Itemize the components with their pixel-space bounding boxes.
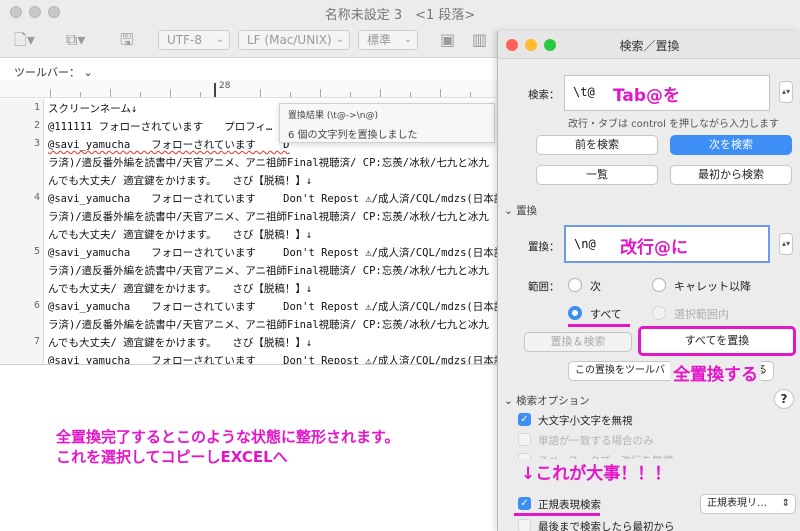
panel-title: 検索／置換 xyxy=(619,39,680,53)
ruler-number: 28 xyxy=(219,81,231,91)
search-field[interactable]: \t@ Tab@を xyxy=(564,75,770,111)
text-line: スクリーンネーム↓ xyxy=(48,103,138,115)
text-line: @savi_yamucha フォローされています Don't Repost ⚠/… xyxy=(48,247,515,259)
range-selection-radio[interactable] xyxy=(652,306,666,320)
font-style-select[interactable]: 標準 ⌄ xyxy=(358,30,418,50)
whole-word-checkbox[interactable] xyxy=(518,433,531,446)
text-line: ラ済)/遣反番外編を読書中/天官アニメ、アニ祖師Final視聴済/ CP:忘羨/… xyxy=(48,319,502,331)
find-previous-button[interactable]: 前を検索 xyxy=(536,135,658,155)
text-line: @savi_yamucha フォローされています D xyxy=(48,139,290,151)
help-button[interactable]: ? xyxy=(774,389,794,409)
range-after-caret-radio[interactable] xyxy=(652,278,666,292)
text-line: んでも大丈夫/ 適宜鍵をかけます。 さび【脱稿！】↓ xyxy=(48,229,313,241)
popup-message: 6 個の文字列を置換しました xyxy=(288,130,418,141)
range-all-label: すべて xyxy=(590,308,622,321)
panel-titlebar: 検索／置換 xyxy=(498,31,800,59)
line-number: 6 xyxy=(33,300,40,311)
range-label: 範囲： xyxy=(528,281,560,293)
search-annotation: Tab@を xyxy=(613,86,681,106)
chevron-down-icon: ⌄ xyxy=(403,34,412,45)
replace-result-popup: 置換結果 (\t@->\n@) 6 個の文字列を置換しました xyxy=(279,103,495,143)
line-number: 5 xyxy=(33,246,40,257)
range-next-radio[interactable] xyxy=(568,278,582,292)
find-next-button[interactable]: 次を検索 xyxy=(670,135,792,155)
highlight-underline xyxy=(514,513,600,516)
find-from-start-button[interactable]: 最初から検索 xyxy=(670,165,792,185)
replace-annotation: 改行@に xyxy=(620,238,688,258)
new-document-icon[interactable]: 🗋▾ xyxy=(14,30,35,50)
search-value: \t@ xyxy=(573,85,595,99)
toolbar-label[interactable]: ツールバー： ⌄ xyxy=(14,64,93,80)
text-line: んでも大丈夫/ 適宜鍵をかけます。 さび【脱稿！】↓ xyxy=(48,337,313,349)
text-line: @savi_yamucha フォローされています Don't Repost ⚠/… xyxy=(48,301,515,313)
line-number: 4 xyxy=(33,192,40,203)
text-line: @savi_yamucha フォローされています Don't Repost ⚠/… xyxy=(48,355,515,364)
replace-history-stepper[interactable]: ▴▾ xyxy=(779,233,793,255)
window-icon[interactable]: ⧉▾ xyxy=(66,30,85,50)
line-number: 7 xyxy=(33,336,40,347)
chevron-down-icon: ⌄ xyxy=(83,66,93,79)
replace-field[interactable]: \n@ 改行@に xyxy=(564,225,770,263)
find-all-list-button[interactable]: 一覧 xyxy=(536,165,658,185)
chevron-down-icon: ⌄ xyxy=(504,395,513,407)
line-number-gutter: 1 2 3 4 5 6 7 xyxy=(0,99,44,364)
search-label: 検索： xyxy=(528,89,560,101)
replace-and-find-button[interactable]: 置換＆検索 xyxy=(524,332,632,352)
text-line: @savi_yamucha フォローされています Don't Repost ⚠/… xyxy=(48,193,515,205)
text-line: んでも大丈夫/ 適宜鍵をかけます。 さび【脱稿！】↓ xyxy=(48,175,313,187)
sidebar-icon[interactable]: ▣ xyxy=(440,30,455,50)
regex-type-select[interactable]: 正規表現リ… ⇕ xyxy=(700,494,796,514)
text-line: @111111 フォローされています プロフィ… xyxy=(48,121,273,133)
range-after-caret-label: キャレット以降 xyxy=(674,280,751,293)
whole-word-label: 単語が一致する場合のみ xyxy=(538,435,654,447)
text-line: ラ済)/遣反番外編を読書中/天官アニメ、アニ祖師Final視聴済/ CP:忘羨/… xyxy=(48,157,502,169)
range-next-label: 次 xyxy=(590,280,601,293)
search-history-stepper[interactable]: ▴▾ xyxy=(779,81,793,103)
save-icon[interactable]: 🖫 xyxy=(120,30,134,50)
ignore-case-checkbox[interactable]: ✓ xyxy=(518,413,531,426)
regex-label: 正規表現検索 xyxy=(538,499,601,511)
input-hint: 改行・タブは control を押しながら入力します xyxy=(568,119,780,130)
chevron-down-icon: ⌄ xyxy=(335,34,344,45)
line-number: 1 xyxy=(33,102,40,113)
text-line: ラ済)/遣反番外編を読書中/天官アニメ、アニ祖師Final視聴済/ CP:忘羨/… xyxy=(48,211,502,223)
range-selection-label: 選択範囲内 xyxy=(674,308,729,321)
replace-all-annotation: 全置換する xyxy=(670,360,761,385)
chevron-down-icon: ⌄ xyxy=(215,34,224,45)
line-ending-select[interactable]: LF (Mac/UNIX) ⌄ xyxy=(238,30,350,50)
window-title: 名称未設定 3 <1 段落> xyxy=(324,8,476,23)
line-number: 3 xyxy=(33,138,40,149)
popup-title: 置換結果 (\t@->\n@) xyxy=(288,111,378,121)
range-all-radio[interactable] xyxy=(568,306,582,320)
replace-section-header[interactable]: ⌄ 置換 xyxy=(504,203,537,218)
line-number: 2 xyxy=(33,120,40,131)
text-line: んでも大丈夫/ 適宜鍵をかけます。 さび【脱稿！】↓ xyxy=(48,283,313,295)
editor-titlebar: 名称未設定 3 <1 段落> xyxy=(0,0,800,24)
replace-label: 置換： xyxy=(528,241,560,253)
encoding-select[interactable]: UTF-8 ⌄ xyxy=(158,30,230,50)
regex-checkbox[interactable]: ✓ xyxy=(518,497,531,510)
wrap-around-checkbox[interactable] xyxy=(518,519,531,531)
search-options-header[interactable]: ⌄ 検索オプション xyxy=(504,393,590,408)
annotation-text: これを選択してコピーしEXCELへ xyxy=(56,448,288,466)
replace-value: \n@ xyxy=(574,237,596,251)
wrap-around-label: 最後まで検索したら最初から xyxy=(538,521,675,531)
replace-all-button[interactable]: すべてを置換 xyxy=(638,326,796,356)
highlight-underline xyxy=(568,324,630,327)
chevron-up-down-icon: ⇕ xyxy=(781,498,790,509)
split-view-icon[interactable]: ▥ xyxy=(472,30,487,50)
ignore-case-label: 大文字小文字を無視 xyxy=(538,415,633,427)
important-annotation: ↓これが大事！！！ xyxy=(518,459,675,484)
text-line: ラ済)/遣反番外編を読書中/天官アニメ、アニ祖師Final視聴済/ CP:忘羨/… xyxy=(48,265,502,277)
find-replace-panel: 検索／置換 検索： \t@ Tab@を ▴▾ 改行・タブは control を押… xyxy=(497,31,800,531)
annotation-text: 全置換完了するとこのような状態に整形されます。 xyxy=(56,428,400,446)
chevron-down-icon: ⌄ xyxy=(504,205,513,217)
